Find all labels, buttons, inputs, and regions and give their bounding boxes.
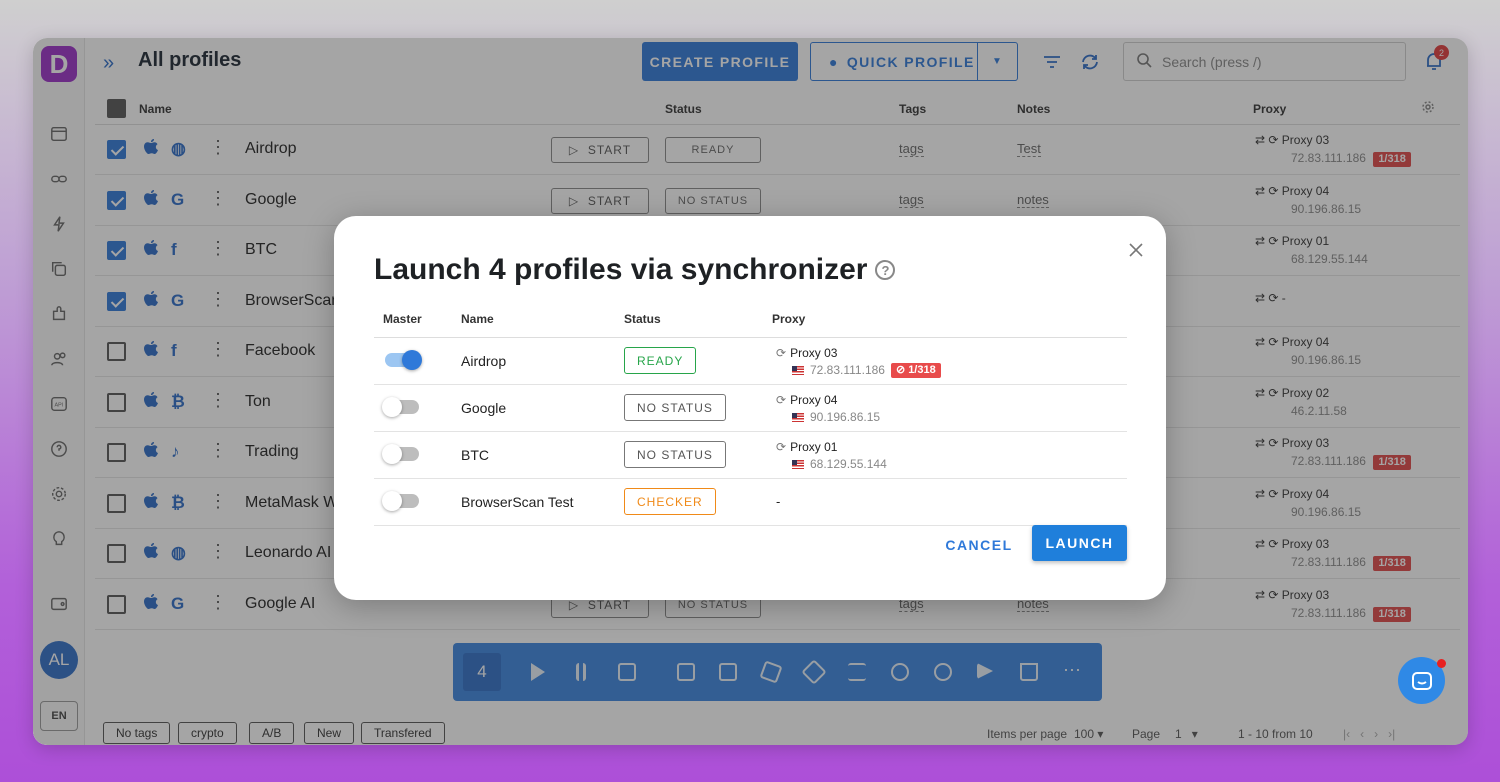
us-flag-icon <box>792 460 804 469</box>
refresh-icon: ⟳ <box>776 393 787 407</box>
status-badge: NO STATUS <box>624 441 726 468</box>
proxy-ip: 68.129.55.144 <box>810 457 887 471</box>
toggle-knob <box>382 444 402 464</box>
close-icon[interactable] <box>1128 242 1144 258</box>
header-proxy: Proxy <box>772 312 806 326</box>
header-master: Master <box>383 312 422 326</box>
refresh-icon: ⟳ <box>776 346 787 360</box>
profile-name: BTC <box>461 447 489 463</box>
dialog-row: Airdrop READY ⟳ Proxy 03 72.83.111.186 ⊘ 1/… <box>374 338 1127 385</box>
cancel-button[interactable]: CANCEL <box>940 527 1018 563</box>
proxy-name: Proxy 01 <box>790 440 838 454</box>
status-badge: READY <box>624 347 697 374</box>
proxy-usage-value: 1/318 <box>908 364 936 376</box>
status-badge: CHECKER <box>624 488 716 515</box>
toggle-knob <box>382 397 402 417</box>
dialog-row: BrowserScan Test CHECKER - <box>374 479 1127 526</box>
launch-button[interactable]: LAUNCH <box>1032 525 1127 561</box>
chat-unread-dot <box>1437 659 1446 668</box>
proxy-empty: - <box>776 494 781 509</box>
profile-name: Airdrop <box>461 353 507 369</box>
dialog-row: BTC NO STATUS ⟳ Proxy 01 68.129.55.144 <box>374 432 1127 479</box>
master-toggle[interactable] <box>385 350 422 370</box>
profile-name: BrowserScan Test <box>461 494 574 510</box>
refresh-icon: ⟳ <box>776 440 787 454</box>
us-flag-icon <box>792 413 804 422</box>
toggle-knob <box>382 491 402 511</box>
proxy-cell: ⟳ Proxy 03 72.83.111.186 ⊘ 1/318 <box>776 345 941 379</box>
help-icon[interactable]: ? <box>875 260 896 280</box>
toggle-knob <box>402 350 422 370</box>
proxy-usage-badge: ⊘ 1/318 <box>890 363 941 378</box>
dialog-row: Google NO STATUS ⟳ Proxy 04 90.196.86.15 <box>374 385 1127 432</box>
proxy-ip: 72.83.111.186 <box>810 363 885 377</box>
proxy-cell: ⟳ Proxy 04 90.196.86.15 <box>776 392 880 426</box>
proxy-name: Proxy 03 <box>790 346 838 360</box>
proxy-name: Proxy 04 <box>790 393 838 407</box>
header-name: Name <box>461 312 494 326</box>
us-flag-icon <box>792 366 804 375</box>
launch-dialog: Launch 4 profiles via synchronizer? Mast… <box>334 216 1166 600</box>
dialog-title: Launch 4 profiles via synchronizer? <box>374 253 896 287</box>
master-toggle[interactable] <box>382 444 419 464</box>
proxy-cell: ⟳ Proxy 01 68.129.55.144 <box>776 439 887 473</box>
status-badge: NO STATUS <box>624 394 726 421</box>
master-toggle[interactable] <box>382 491 419 511</box>
dialog-title-text: Launch 4 profiles via synchronizer <box>374 253 868 286</box>
master-toggle[interactable] <box>382 397 419 417</box>
proxy-ip: 90.196.86.15 <box>810 410 881 424</box>
dialog-table-header: Master Name Status Proxy <box>374 312 1127 338</box>
profile-name: Google <box>461 400 507 416</box>
block-icon: ⊘ <box>895 364 906 376</box>
header-status: Status <box>624 312 661 326</box>
